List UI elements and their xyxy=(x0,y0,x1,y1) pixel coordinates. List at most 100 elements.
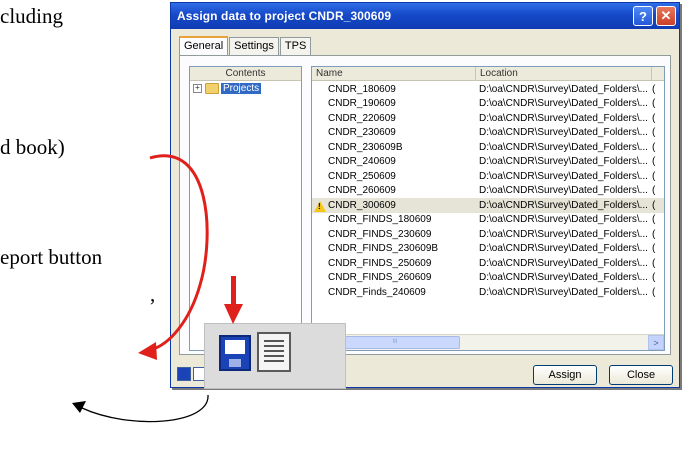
list-row[interactable]: CNDR_190609 D:\oa\CNDR\Survey\Dated_Folde… xyxy=(312,97,664,112)
row-location: D:\oa\CNDR\Survey\Dated_Folders\... xyxy=(479,272,648,284)
dialog-title: Assign data to project CNDR_300609 xyxy=(177,9,392,23)
general-tab-panel: Contents + Projects Name Location CNDR_1… xyxy=(179,55,671,355)
list-row[interactable]: CNDR_180609 D:\oa\CNDR\Survey\Dated_Folde… xyxy=(312,82,664,97)
row-name-text: CNDR_250609 xyxy=(328,170,396,182)
list-row[interactable]: CNDR_220609 D:\oa\CNDR\Survey\Dated_Folde… xyxy=(312,111,664,126)
tab-tps[interactable]: TPS xyxy=(279,37,312,56)
expand-icon[interactable]: + xyxy=(193,84,202,93)
folder-icon xyxy=(205,83,219,94)
row-extra: ( xyxy=(652,185,656,197)
toolbar-zoom-callout xyxy=(204,323,346,389)
list-header: Name Location xyxy=(312,67,664,81)
row-name-text: CNDR_FINDS_230609B xyxy=(328,243,439,255)
row-location: D:\oa\CNDR\Survey\Dated_Folders\... xyxy=(479,199,648,211)
row-extra: ( xyxy=(652,156,656,168)
row-location: D:\oa\CNDR\Survey\Dated_Folders\... xyxy=(479,127,648,139)
document-text-line: , xyxy=(150,282,156,306)
document-text-line: cluding xyxy=(0,4,63,28)
list-row[interactable]: CNDR_260609 D:\oa\CNDR\Survey\Dated_Folde… xyxy=(312,184,664,199)
column-header-name[interactable]: Name xyxy=(312,67,476,80)
row-name-text: CNDR_240609 xyxy=(328,156,396,168)
row-location: D:\oa\CNDR\Survey\Dated_Folders\... xyxy=(479,228,648,240)
report-icon[interactable] xyxy=(257,332,291,372)
row-extra: ( xyxy=(652,243,656,255)
row-location: D:\oa\CNDR\Survey\Dated_Folders\... xyxy=(479,141,648,153)
arrowhead xyxy=(72,401,86,413)
row-extra: ( xyxy=(652,257,656,269)
project-list[interactable]: Name Location CNDR_180609 D:\oa\CNDR\Surv… xyxy=(311,66,665,351)
row-name-text: CNDR_260609 xyxy=(328,185,396,197)
row-extra: ( xyxy=(652,127,656,139)
row-extra: ( xyxy=(652,141,656,153)
help-button[interactable]: ? xyxy=(633,6,653,26)
row-name: CNDR_FINDS_230609 xyxy=(312,229,476,240)
column-header-location[interactable]: Location xyxy=(476,67,652,80)
row-name: CNDR_300609 xyxy=(312,199,476,212)
scroll-thumb[interactable]: III xyxy=(330,336,460,349)
row-extra: ( xyxy=(652,228,656,240)
list-row[interactable]: CNDR_230609 D:\oa\CNDR\Survey\Dated_Folde… xyxy=(312,126,664,141)
tree-node-projects[interactable]: + Projects xyxy=(193,83,301,94)
row-name-text: CNDR_230609B xyxy=(328,141,403,153)
row-name-text: CNDR_180609 xyxy=(328,83,396,95)
row-name: CNDR_FINDS_260609 xyxy=(312,272,476,283)
row-location: D:\oa\CNDR\Survey\Dated_Folders\... xyxy=(479,243,648,255)
row-extra: ( xyxy=(652,170,656,182)
row-name: CNDR_220609 xyxy=(312,113,476,124)
tree-node-label[interactable]: Projects xyxy=(221,83,262,94)
row-name: CNDR_Finds_240609 xyxy=(312,287,476,298)
contents-tree[interactable]: Contents + Projects xyxy=(189,66,302,351)
row-name: CNDR_230609B xyxy=(312,142,476,153)
warning-icon xyxy=(314,200,326,212)
document-text-line: d book) xyxy=(0,135,65,159)
row-extra: ( xyxy=(652,83,656,95)
row-name-text: CNDR_230609 xyxy=(328,127,396,139)
title-bar[interactable]: Assign data to project CNDR_300609 ? ✕ xyxy=(171,3,679,29)
row-name: CNDR_260609 xyxy=(312,185,476,196)
row-name: CNDR_FINDS_230609B xyxy=(312,243,476,254)
row-name: CNDR_250609 xyxy=(312,171,476,182)
row-name: CNDR_230609 xyxy=(312,127,476,138)
assign-button[interactable]: Assign xyxy=(533,365,597,385)
close-button[interactable]: Close xyxy=(609,365,673,385)
row-name-text: CNDR_220609 xyxy=(328,112,396,124)
contents-header[interactable]: Contents xyxy=(190,67,301,81)
list-row[interactable]: CNDR_FINDS_230609 D:\oa\CNDR\Survey\Dated… xyxy=(312,227,664,242)
horizontal-scrollbar[interactable]: < III > xyxy=(312,334,664,350)
row-location: D:\oa\CNDR\Survey\Dated_Folders\... xyxy=(479,83,648,95)
list-row[interactable]: CNDR_250609 D:\oa\CNDR\Survey\Dated_Folde… xyxy=(312,169,664,184)
save-icon[interactable] xyxy=(219,335,251,371)
close-window-button[interactable]: ✕ xyxy=(656,6,676,26)
list-row[interactable]: CNDR_Finds_240609 D:\oa\CNDR\Survey\Dated… xyxy=(312,285,664,300)
row-name: CNDR_FINDS_180609 xyxy=(312,214,476,225)
list-row[interactable]: CNDR_FINDS_260609 D:\oa\CNDR\Survey\Dated… xyxy=(312,271,664,286)
row-extra: ( xyxy=(652,112,656,124)
row-name-text: CNDR_Finds_240609 xyxy=(328,286,426,298)
row-location: D:\oa\CNDR\Survey\Dated_Folders\... xyxy=(479,170,648,182)
list-rows: CNDR_180609 D:\oa\CNDR\Survey\Dated_Folde… xyxy=(312,82,664,300)
row-name-text: CNDR_300609 xyxy=(328,199,396,211)
save-icon[interactable] xyxy=(177,367,191,381)
black-curved-arrow xyxy=(81,394,209,423)
row-name-text: CNDR_FINDS_260609 xyxy=(328,272,432,284)
list-row[interactable]: CNDR_230609B D:\oa\CNDR\Survey\Dated_Fold… xyxy=(312,140,664,155)
list-row[interactable]: CNDR_FINDS_180609 D:\oa\CNDR\Survey\Dated… xyxy=(312,213,664,228)
row-location: D:\oa\CNDR\Survey\Dated_Folders\... xyxy=(479,185,648,197)
scroll-right-button[interactable]: > xyxy=(648,335,664,350)
row-location: D:\oa\CNDR\Survey\Dated_Folders\... xyxy=(479,156,648,168)
list-row[interactable]: CNDR_240609 D:\oa\CNDR\Survey\Dated_Folde… xyxy=(312,155,664,170)
footer-icons xyxy=(177,367,207,381)
row-extra: ( xyxy=(652,214,656,226)
tab-general[interactable]: General xyxy=(179,36,229,57)
list-row[interactable]: CNDR_FINDS_230609B D:\oa\CNDR\Survey\Date… xyxy=(312,242,664,257)
row-extra: ( xyxy=(652,199,656,211)
row-extra: ( xyxy=(652,286,656,298)
row-location: D:\oa\CNDR\Survey\Dated_Folders\... xyxy=(479,257,648,269)
row-name-text: CNDR_FINDS_230609 xyxy=(328,228,432,240)
list-row[interactable]: CNDR_FINDS_250609 D:\oa\CNDR\Survey\Dated… xyxy=(312,256,664,271)
row-location: D:\oa\CNDR\Survey\Dated_Folders\... xyxy=(479,286,648,298)
tab-settings[interactable]: Settings xyxy=(229,37,279,56)
list-row[interactable]: CNDR_300609 D:\oa\CNDR\Survey\Dated_Folde… xyxy=(312,198,664,213)
document-text-line: eport button xyxy=(0,245,103,269)
row-name: CNDR_FINDS_250609 xyxy=(312,258,476,269)
